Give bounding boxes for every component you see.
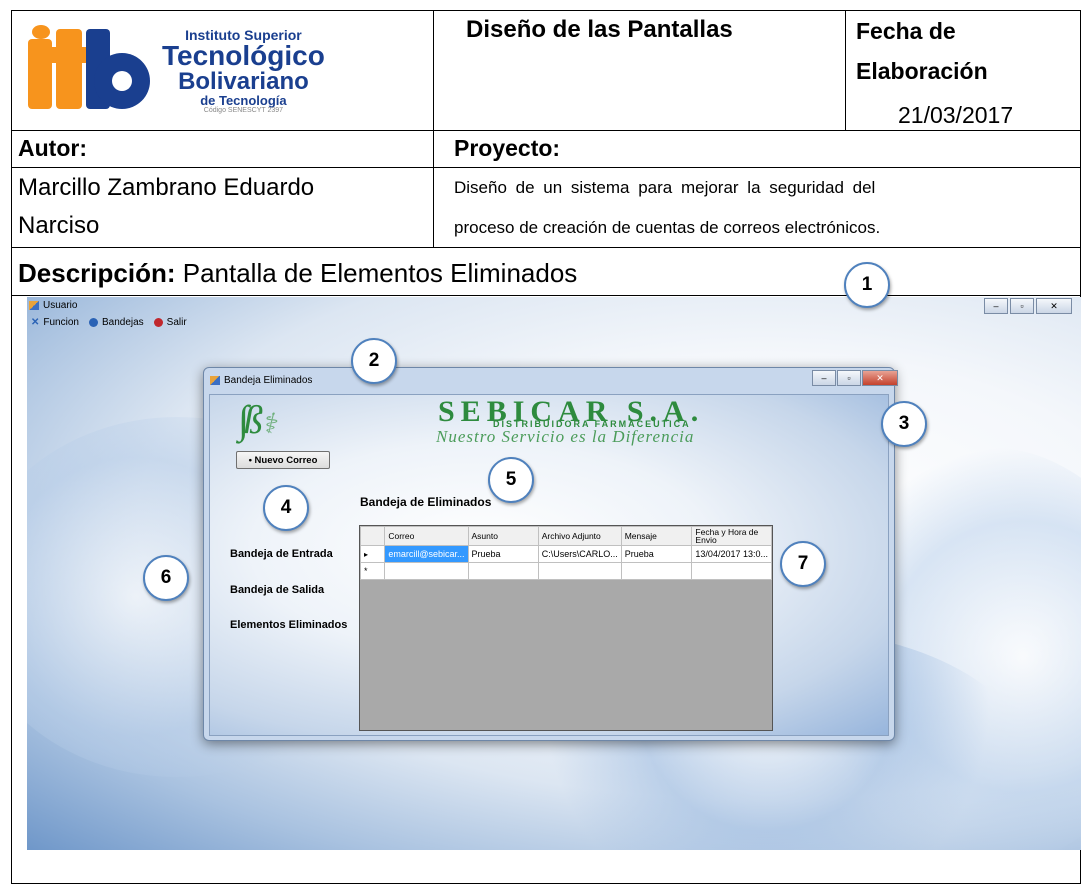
col-mensaje[interactable]: Mensaje: [620, 526, 693, 546]
dialog-close-button[interactable]: ✕: [862, 370, 898, 386]
app-titlebar: Usuario: [27, 297, 1081, 313]
callout-2: 2: [351, 338, 397, 384]
autor-label: Autor:: [18, 135, 87, 161]
sidebar-item-eliminados[interactable]: Elementos Eliminados: [230, 619, 347, 631]
mail-table: Correo Asunto Archivo Adjunto Mensaje Fe…: [359, 526, 772, 580]
cell-mensaje[interactable]: Prueba: [620, 545, 693, 563]
callout-3: 3: [881, 401, 927, 447]
exit-icon: [153, 318, 163, 327]
itb-logo-mark: [26, 25, 152, 117]
sebicar-banner: ∫ß ⚕ SEBICAR S.A. DISTRIBUIDORA FARMACEU…: [238, 395, 888, 446]
logo-line5: Código SENESCYT 2397: [203, 107, 284, 114]
menu-salir[interactable]: Salir: [153, 317, 187, 328]
page-title: Diseño de las Pantallas: [466, 16, 733, 43]
autor-value-2: Narciso: [18, 212, 100, 239]
app-menu: ✕ Funcion Bandejas Salir: [31, 317, 187, 328]
menu-funcion-label: Funcion: [43, 317, 79, 328]
col-correo[interactable]: Correo: [384, 526, 469, 546]
itb-logo-text: Instituto Superior Tecnológico Bolivaria…: [162, 28, 325, 114]
menu-salir-label: Salir: [166, 317, 187, 328]
section-title: Bandeja de Eliminados: [360, 495, 492, 509]
fecha-label-2: Elaboración: [856, 58, 988, 84]
proyecto-label: Proyecto:: [454, 135, 561, 161]
dialog-minimize-button[interactable]: –: [812, 370, 836, 386]
dialog-window-controls: – ▫ ✕: [812, 370, 898, 386]
proyecto-value-1: Diseño de un sistema para mejorar la seg…: [454, 178, 876, 197]
proyecto-value-cell: Diseño de un sistema para mejorar la seg…: [433, 167, 1081, 248]
bandejas-icon: [88, 318, 98, 327]
col-asunto[interactable]: Asunto: [467, 526, 539, 546]
itb-logo: Instituto Superior Tecnológico Bolivaria…: [26, 19, 426, 123]
cell-asunto[interactable]: Prueba: [467, 545, 539, 563]
app-minimize-button[interactable]: –: [984, 298, 1008, 314]
app-title: Usuario: [43, 299, 78, 311]
autor-label-cell: Autor:: [11, 130, 434, 168]
row-marker: ▸: [359, 545, 386, 563]
dialog-title: Bandeja Eliminados: [224, 375, 313, 386]
app-maximize-button[interactable]: ▫: [1010, 298, 1034, 314]
logo-cell: Instituto Superior Tecnológico Bolivaria…: [11, 10, 434, 131]
proyecto-value-2: proceso de creación de cuentas de correo…: [454, 218, 881, 237]
app-close-button[interactable]: ✕: [1036, 298, 1072, 314]
dialog-maximize-button[interactable]: ▫: [837, 370, 861, 386]
descripcion-value: Pantalla de Elementos Eliminados: [182, 258, 578, 288]
menu-bandejas-label: Bandejas: [101, 317, 144, 328]
menu-funcion[interactable]: ✕ Funcion: [31, 317, 79, 328]
callout-1: 1: [844, 262, 890, 308]
cell-adjunto[interactable]: C:\Users\CARLO...: [537, 545, 622, 563]
autor-value-cell: Marcillo Zambrano Eduardo Narciso: [11, 167, 434, 248]
row-header-corner: [359, 526, 386, 546]
fecha-label-1: Fecha de: [856, 18, 956, 44]
sidebar-item-salida[interactable]: Bandeja de Salida: [230, 584, 324, 596]
autor-value-1: Marcillo Zambrano Eduardo: [18, 174, 315, 201]
cell-correo[interactable]: emarcill@sebicar...: [384, 545, 469, 563]
callout-6: 6: [143, 555, 189, 601]
sebicar-slogan: Nuestro Servicio es la Diferencia: [436, 427, 695, 446]
dialog-titlebar: Bandeja Eliminados: [210, 375, 312, 386]
cell-fecha[interactable]: 13/04/2017 13:0...: [691, 545, 772, 563]
fecha-value: 21/03/2017: [898, 102, 1014, 128]
table-row-new[interactable]: *: [359, 562, 772, 580]
table-row[interactable]: ▸ emarcill@sebicar... Prueba C:\Users\CA…: [359, 545, 772, 563]
sebicar-logo-mark: ∫ß ⚕: [238, 397, 276, 442]
nuevo-correo-button[interactable]: • Nuevo Correo: [236, 451, 330, 469]
app-icon: [29, 300, 39, 310]
logo-line2: Tecnológico: [162, 40, 325, 71]
callout-4: 4: [263, 485, 309, 531]
logo-line3: Bolivariano: [178, 68, 309, 95]
descripcion-label: Descripción:: [18, 258, 176, 288]
logo-line4: de Tecnología: [200, 93, 287, 108]
proyecto-label-cell: Proyecto:: [433, 130, 1081, 168]
col-adjunto[interactable]: Archivo Adjunto: [537, 526, 622, 546]
callout-7: 7: [780, 541, 826, 587]
app-window-controls: – ▫ ✕: [984, 298, 1072, 314]
fecha-cell: Fecha de Elaboración 21/03/2017: [845, 10, 1081, 131]
mail-grid[interactable]: Correo Asunto Archivo Adjunto Mensaje Fe…: [359, 525, 773, 731]
table-header: Correo Asunto Archivo Adjunto Mensaje Fe…: [359, 526, 772, 546]
new-row-marker: *: [359, 562, 386, 580]
dialog-icon: [210, 376, 220, 385]
callout-5: 5: [488, 457, 534, 503]
descripcion-divider: [11, 295, 1081, 296]
function-icon: ✕: [31, 317, 40, 328]
menu-bandejas[interactable]: Bandejas: [88, 317, 144, 328]
descripcion-row: Descripción: Pantalla de Elementos Elimi…: [18, 258, 577, 289]
sidebar-item-entrada[interactable]: Bandeja de Entrada: [230, 548, 333, 560]
col-fecha[interactable]: Fecha y Hora de Envio: [691, 526, 772, 546]
title-cell: Diseño de las Pantallas: [433, 10, 846, 131]
